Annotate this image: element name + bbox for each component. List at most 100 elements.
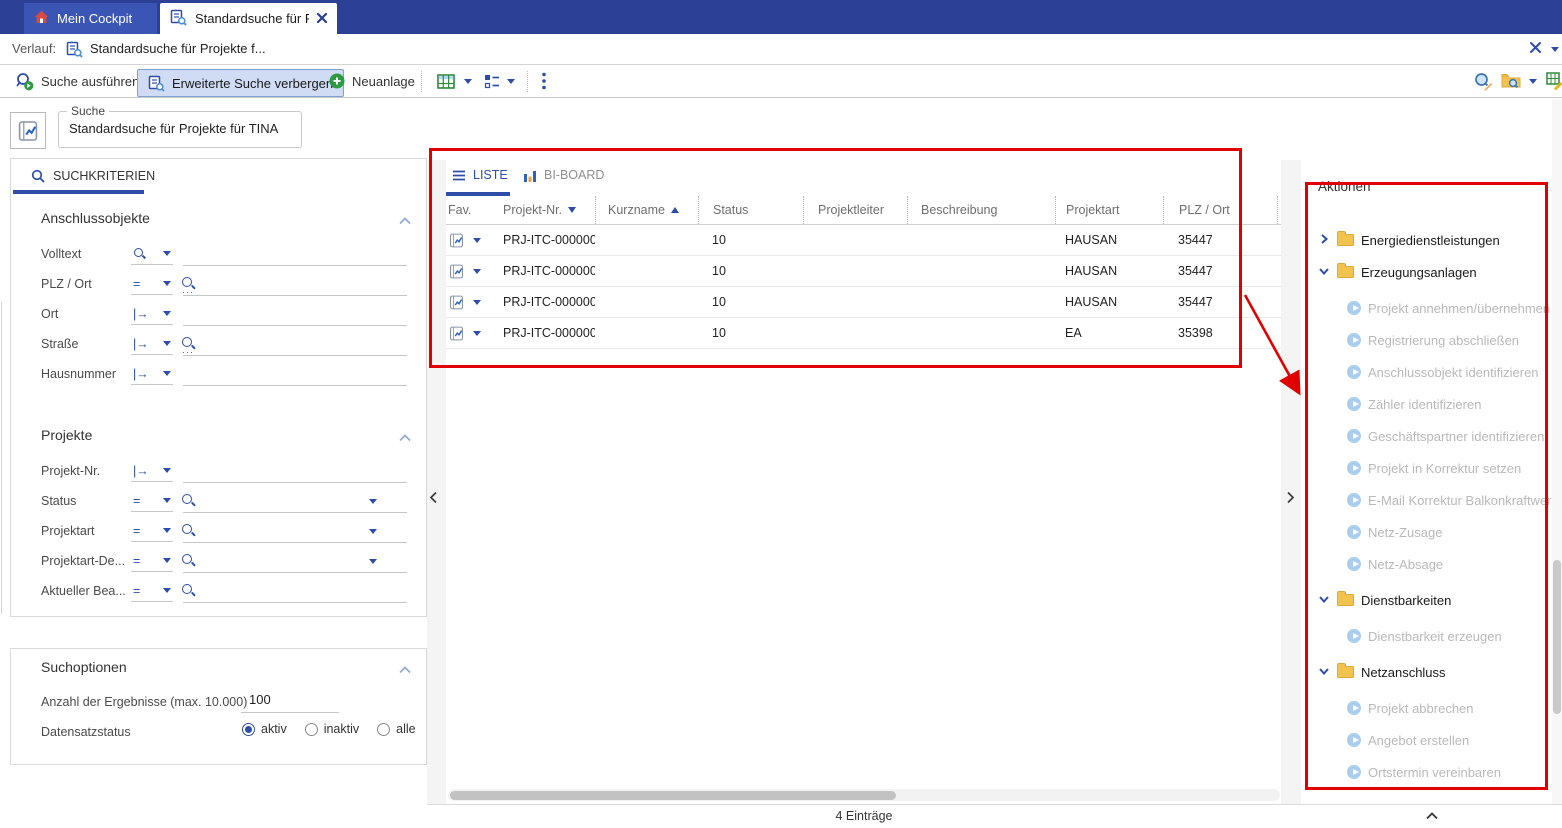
column-header[interactable] <box>1277 196 1281 224</box>
row-actions-caret-icon[interactable] <box>473 300 481 305</box>
operator-selector[interactable] <box>131 243 173 265</box>
column-header[interactable]: Kurzname <box>595 196 698 224</box>
operator-selector[interactable]: = <box>131 520 173 542</box>
vertical-scrollbar[interactable] <box>1552 99 1562 804</box>
action-group[interactable]: Dienstbarkeiten <box>1301 584 1552 616</box>
row-actions-caret-icon[interactable] <box>473 269 481 274</box>
favorite-cell[interactable] <box>446 287 503 317</box>
action-item[interactable]: Zähler identifizieren <box>1301 388 1552 420</box>
more-actions-kebab-icon[interactable] <box>541 68 547 94</box>
grid-view-caret-icon[interactable] <box>464 68 472 94</box>
history-entry[interactable]: Standardsuche für Projekte f... <box>90 41 266 56</box>
action-item[interactable]: Ortstermin vereinbaren <box>1301 756 1552 788</box>
operator-selector[interactable]: = <box>131 273 173 295</box>
operator-selector[interactable]: |→ <box>131 363 173 385</box>
lookup-icon[interactable] <box>181 523 196 538</box>
tree-chevron-icon[interactable] <box>1318 665 1330 680</box>
record-status-radio[interactable]: aktiv <box>242 722 287 736</box>
collapse-left-panel-icon[interactable] <box>429 491 438 507</box>
run-search-button[interactable]: Suche ausführen <box>15 68 139 94</box>
action-group[interactable]: Erzeugungsanlagen <box>1301 256 1552 288</box>
tree-chevron-icon[interactable] <box>1318 265 1330 280</box>
favorite-cell[interactable] <box>446 225 503 255</box>
field-input[interactable] <box>183 243 407 266</box>
operator-selector[interactable]: |→ <box>131 303 173 325</box>
open-search-folder-button[interactable] <box>1501 68 1523 94</box>
table-row[interactable]: PRJ-ITC-000000110EA35398 <box>446 318 1281 349</box>
column-header[interactable]: Status <box>698 196 803 224</box>
lookup-icon[interactable] <box>181 336 196 351</box>
close-history-icon[interactable] <box>1529 41 1542 57</box>
action-item[interactable]: Projekt in Korrektur setzen <box>1301 452 1552 484</box>
edit-search-button[interactable] <box>1473 68 1493 94</box>
operator-selector[interactable]: = <box>131 490 173 512</box>
field-input[interactable] <box>183 273 407 296</box>
column-header[interactable]: PLZ / Ort <box>1163 196 1277 224</box>
column-header[interactable]: Fav. <box>446 196 503 224</box>
table-settings-button[interactable] <box>1546 68 1562 94</box>
field-input[interactable] <box>183 580 407 603</box>
field-input[interactable] <box>183 363 407 386</box>
tab-suchkriterien[interactable]: SUCHKRITERIEN <box>31 169 155 183</box>
table-row[interactable]: PRJ-ITC-000000310HAUSAN35447 <box>446 256 1281 287</box>
operator-selector[interactable]: = <box>131 550 173 572</box>
field-input[interactable] <box>183 550 407 573</box>
toggle-advanced-search-button[interactable]: Erweiterte Suche verbergen <box>137 69 344 97</box>
new-record-button[interactable]: Neuanlage <box>329 68 415 94</box>
row-actions-caret-icon[interactable] <box>473 238 481 243</box>
scrollbar-thumb[interactable] <box>450 791 896 800</box>
field-input[interactable] <box>183 490 407 513</box>
action-item[interactable]: Projekt abbrechen <box>1301 692 1552 724</box>
table-row[interactable]: PRJ-ITC-000000410HAUSAN35447 <box>446 225 1281 256</box>
action-group[interactable]: Energiedienstleistungen <box>1301 224 1552 256</box>
action-item[interactable]: Dienstbarkeit erzeugen <box>1301 620 1552 652</box>
right-splitter[interactable] <box>1281 160 1301 804</box>
layout-view-button[interactable] <box>484 68 500 94</box>
tab-bi-board[interactable]: BI-BOARD <box>524 168 604 182</box>
column-header[interactable]: Projektleiter <box>803 196 907 224</box>
field-input[interactable] <box>183 303 407 326</box>
value-dropdown-caret-icon[interactable] <box>369 499 377 504</box>
tab-mein-cockpit[interactable]: Mein Cockpit <box>24 3 157 34</box>
tree-chevron-icon[interactable] <box>1318 233 1330 248</box>
result-count-input[interactable]: 100 <box>241 689 339 713</box>
action-item[interactable]: Projekt annehmen/übernehmen <box>1301 292 1552 324</box>
collapse-bottom-icon[interactable] <box>1426 812 1438 820</box>
lookup-icon[interactable] <box>181 276 196 291</box>
favorite-cell[interactable] <box>446 318 503 348</box>
lookup-icon[interactable] <box>181 493 196 508</box>
field-input[interactable] <box>183 460 407 483</box>
favorite-cell[interactable] <box>446 256 503 286</box>
scrollbar-thumb[interactable] <box>1553 560 1561 714</box>
action-item[interactable]: Netz-Zusage <box>1301 516 1552 548</box>
operator-selector[interactable]: |→ <box>131 460 173 482</box>
action-item[interactable]: Registrierung abschließen <box>1301 324 1552 356</box>
lookup-icon[interactable] <box>181 583 196 598</box>
action-group[interactable]: Netzanschluss <box>1301 656 1552 688</box>
field-input[interactable] <box>183 333 407 356</box>
action-item[interactable]: Geschäftspartner identifizieren <box>1301 420 1552 452</box>
column-header[interactable]: Beschreibung <box>907 196 1055 224</box>
layout-view-caret-icon[interactable] <box>507 68 515 94</box>
close-tab-icon[interactable] <box>317 11 327 26</box>
lookup-icon[interactable] <box>181 553 196 568</box>
column-header[interactable]: Projekt-Nr. <box>503 196 595 224</box>
tab-liste[interactable]: LISTE <box>452 168 508 182</box>
field-input[interactable] <box>183 520 407 543</box>
value-dropdown-caret-icon[interactable] <box>369 529 377 534</box>
action-item[interactable]: Angebot erstellen <box>1301 724 1552 756</box>
collapse-section-icon[interactable] <box>398 214 412 229</box>
tree-chevron-icon[interactable] <box>1318 593 1330 608</box>
record-status-radio[interactable]: alle <box>377 722 415 736</box>
collapse-right-panel-icon[interactable] <box>1286 491 1295 507</box>
value-dropdown-caret-icon[interactable] <box>369 559 377 564</box>
action-item[interactable]: Anschlussobjekt identifizieren <box>1301 356 1552 388</box>
action-item[interactable]: E-Mail Korrektur Balkonkraftwerk <box>1301 484 1552 516</box>
left-splitter[interactable] <box>427 160 446 804</box>
folder-caret-icon[interactable] <box>1529 68 1537 94</box>
operator-selector[interactable]: = <box>131 580 173 602</box>
horizontal-scrollbar[interactable] <box>448 789 1280 801</box>
record-status-radio[interactable]: inaktiv <box>305 722 359 736</box>
action-item[interactable]: Netz-Absage <box>1301 548 1552 580</box>
search-name-field[interactable]: Suche Standardsuche für Projekte für TIN… <box>58 111 302 148</box>
